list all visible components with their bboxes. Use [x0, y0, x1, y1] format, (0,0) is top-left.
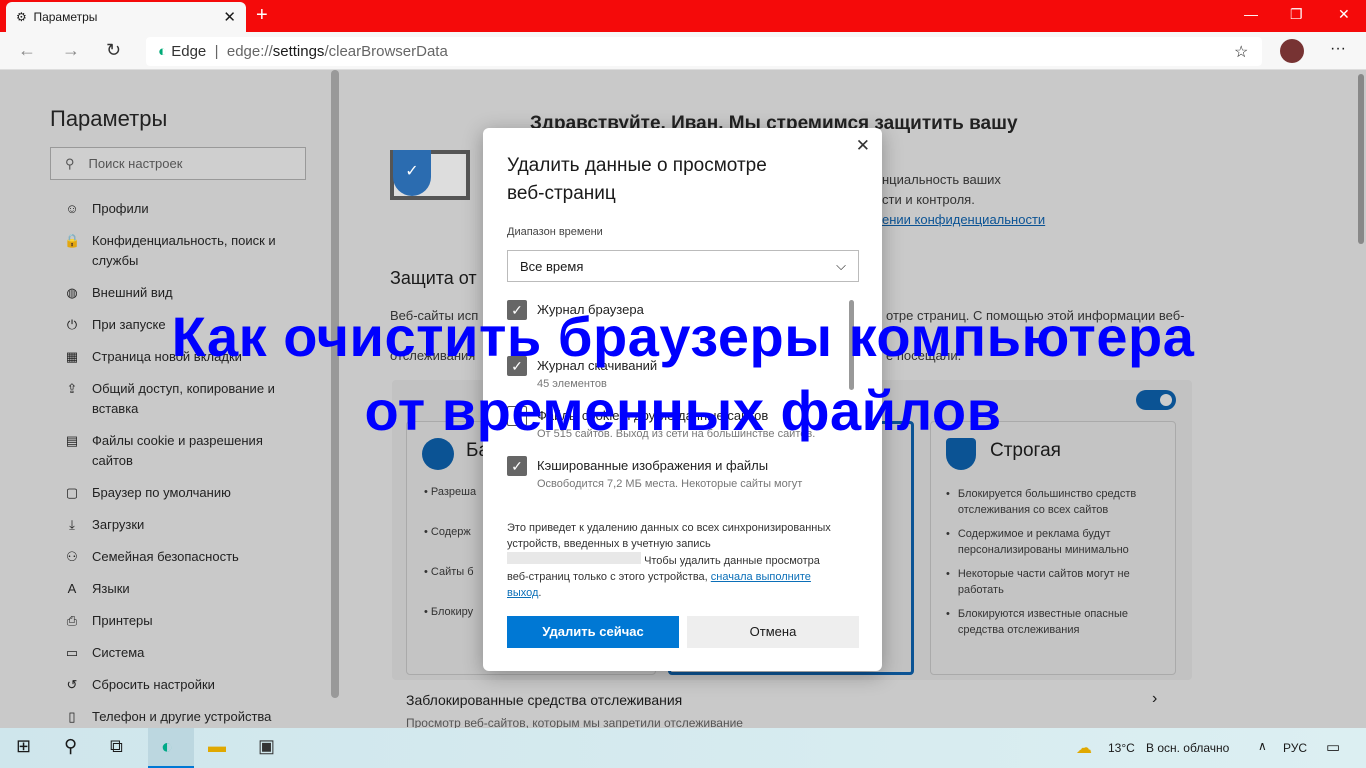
profile-icon: ☺ [65, 201, 79, 216]
download-icon: ⤓ [69, 517, 75, 532]
gear-icon: ⚙ [16, 10, 27, 24]
page-scrollbar[interactable] [1358, 74, 1364, 244]
privacy-link[interactable]: ении конфиденциальности [882, 212, 1045, 227]
reset-icon: ↺ [66, 677, 78, 692]
sidebar-item[interactable]: ↺ Сбросить настройки [64, 675, 304, 695]
sidebar-item[interactable]: 🔒 Конфиденциальность, поиск и службы [64, 231, 304, 271]
card-basic-item: • Сайты б [424, 566, 474, 578]
close-icon[interactable]: ✕ [856, 136, 870, 156]
greeting-text: нциальность ваших [882, 172, 1001, 187]
chevron-right-icon[interactable]: › [1152, 690, 1157, 708]
option-label: Кэшированные изображения и файлы [537, 458, 769, 473]
edge-icon: ◐ [158, 43, 168, 60]
windows-start-icon[interactable]: ⊞ [16, 736, 31, 757]
family-icon: ⚇ [66, 549, 78, 564]
close-window-button[interactable]: ✕ [1338, 6, 1350, 23]
refresh-button[interactable]: ↻ [106, 40, 121, 61]
sidebar-item[interactable]: ▭ Система [64, 643, 304, 663]
language-indicator[interactable]: РУС [1283, 741, 1307, 755]
task-view-icon[interactable]: ⧉ [110, 736, 123, 757]
card-basic-item: • Блокиру [424, 606, 474, 618]
card-strict-item: • Блокируется большинство средств отслежи… [946, 488, 1137, 516]
taskbar-edge-icon[interactable]: ◐ [148, 728, 194, 768]
notifications-icon[interactable]: ▭ [1326, 738, 1340, 756]
file-explorer-icon[interactable]: ▬ [208, 736, 226, 757]
browser-icon: ▢ [65, 485, 79, 500]
maximize-button[interactable]: ❐ [1290, 6, 1303, 23]
phone-icon: ▯ [68, 709, 76, 724]
new-tab-button[interactable]: + [256, 4, 268, 27]
dialog-title: Удалить данные о просмотре [507, 155, 767, 176]
back-button[interactable]: ← [18, 40, 36, 61]
language-icon: A [67, 581, 77, 596]
chevron-down-icon: ⌵ [836, 258, 846, 273]
blocked-trackers-link[interactable]: Заблокированные средства отслеживания [406, 692, 682, 708]
avatar[interactable] [1280, 39, 1304, 63]
sign-out-link[interactable]: сначала выполните [711, 571, 811, 583]
overlay-caption: Как очистить браузеры компьютера от време… [171, 305, 1195, 442]
lock-icon: 🔒 [64, 233, 81, 248]
card-basic-item: • Разреша [424, 486, 477, 498]
sidebar-item[interactable]: ⎙ Принтеры [64, 611, 304, 631]
card-strict-item: • Некоторые части сайтов могут не работат… [946, 568, 1130, 596]
card-strict-item: • Блокируются известные опасные средства … [946, 608, 1129, 636]
weather-temp[interactable]: 13°C [1108, 741, 1135, 755]
sync-note: устройств, введенных в учетную запись [507, 538, 711, 550]
sidebar-item[interactable]: ☺ Профили [64, 199, 304, 219]
checkbox[interactable]: ✓ [507, 456, 527, 476]
store-icon[interactable]: ▣ [258, 736, 275, 757]
minimize-button[interactable]: — [1244, 6, 1258, 22]
sidebar-title: Параметры [50, 106, 168, 131]
chevron-up-icon[interactable]: ∧ [1258, 739, 1267, 753]
sidebar-item[interactable]: ⤓ Загрузки [64, 515, 304, 535]
dialog-title: веб-страниц [507, 183, 616, 204]
close-tab-icon[interactable]: ✕ [223, 8, 236, 26]
forward-button[interactable]: → [62, 40, 80, 61]
redacted-email [507, 552, 641, 564]
range-label: Диапазон времени [507, 226, 603, 238]
sidebar-item[interactable]: ▢ Браузер по умолчанию [64, 483, 304, 503]
search-input[interactable]: ⚲ Поиск настроек [50, 147, 306, 180]
system-icon: ▭ [65, 645, 79, 660]
cancel-button[interactable]: Отмена [687, 616, 859, 648]
weather-icon: ☁ [1076, 740, 1092, 757]
section-title: Защита от [390, 268, 477, 288]
sign-out-link[interactable]: выход [507, 587, 538, 599]
sidebar-item[interactable]: ⚇ Семейная безопасность [64, 547, 304, 567]
favorite-star-icon[interactable]: ☆ [1234, 42, 1248, 62]
tab-settings[interactable]: ⚙ Параметры ✕ [6, 2, 246, 32]
more-icon[interactable]: ··· [1330, 40, 1346, 58]
sync-note: Это приведет к удалению данных со всех с… [507, 522, 831, 534]
url-input[interactable]: ◐ Edge | edge://settings/clearBrowserDat… [146, 37, 1262, 66]
delete-now-button[interactable]: Удалить сейчас [507, 616, 679, 648]
weather-desc[interactable]: В осн. облачно [1146, 741, 1229, 755]
sidebar-item[interactable]: A Языки [64, 579, 304, 599]
card-strict-item: • Содержимое и реклама будут персонализир… [946, 528, 1129, 556]
printer-icon: ⎙ [66, 613, 78, 628]
shield-icon: ✓ [393, 150, 431, 196]
option-sub: Освободится 7,2 МБ места. Некоторые сайт… [537, 478, 803, 490]
time-range-select[interactable]: Все время ⌵ [507, 250, 859, 282]
search-icon: ⚲ [65, 155, 75, 171]
greeting-text: сти и контроля. [882, 192, 975, 207]
sidebar-item[interactable]: ▯ Телефон и другие устройства [64, 707, 304, 727]
card-basic-item: • Содерж [424, 526, 471, 538]
search-icon[interactable]: ⚲ [64, 736, 77, 757]
